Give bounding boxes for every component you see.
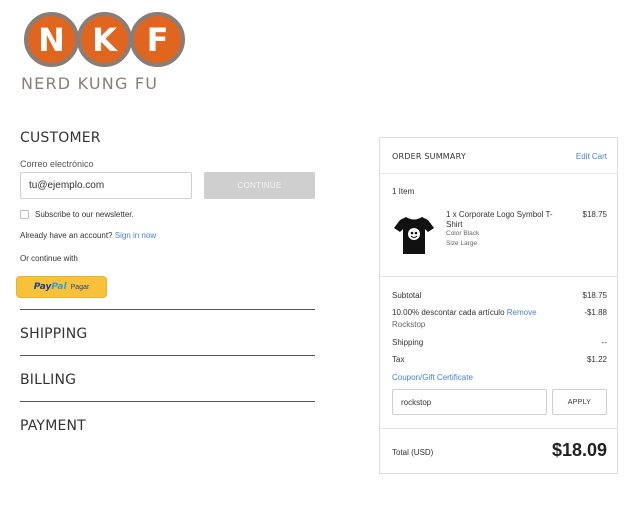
sign-in-link[interactable]: Sign in now xyxy=(115,231,156,240)
product-price: $18.75 xyxy=(582,210,607,219)
order-summary-card: ORDER SUMMARY Edit Cart 1 Item 1 x Corpo… xyxy=(379,137,618,474)
subtotal-value: $18.75 xyxy=(582,291,607,300)
paypal-logo: PayPal xyxy=(34,282,67,292)
item-count: 1 Item xyxy=(392,187,415,196)
divider xyxy=(380,276,617,277)
order-summary-title: ORDER SUMMARY xyxy=(392,152,466,161)
logo-letter-f: F xyxy=(130,12,185,67)
tshirt-icon xyxy=(394,217,434,254)
logo-tagline: NERD KUNG FU xyxy=(21,74,159,93)
paypal-button[interactable]: PayPal Pagar xyxy=(16,276,107,298)
billing-section-title: BILLING xyxy=(20,372,77,388)
account-prefix: Already have an account? xyxy=(20,231,113,240)
customer-section-title: CUSTOMER xyxy=(20,130,101,146)
shipping-section-title: SHIPPING xyxy=(20,326,88,342)
discount-row: 10.00% descontar cada artículo Remove xyxy=(392,308,537,317)
logo-letter-k: K xyxy=(77,12,132,67)
total-value: $18.09 xyxy=(551,440,607,460)
shipping-label: Shipping xyxy=(392,338,424,347)
coupon-input[interactable] xyxy=(392,389,547,415)
discount-label: 10.00% descontar cada artículo xyxy=(392,308,505,317)
shipping-value: -- xyxy=(601,338,607,347)
store-logo[interactable]: N K F NERD KUNG FU xyxy=(20,10,185,96)
paypal-pagar-label: Pagar xyxy=(70,283,90,291)
tax-label: Tax xyxy=(392,355,405,364)
logo-letter-n: N xyxy=(24,12,79,67)
subtotal-label: Subtotal xyxy=(392,291,422,300)
total-label: Total (USD) xyxy=(392,448,434,457)
tax-value: $1.22 xyxy=(586,355,607,364)
continue-with-label: Or continue with xyxy=(20,254,78,263)
divider xyxy=(20,355,315,356)
newsletter-checkbox[interactable] xyxy=(20,210,29,219)
account-line: Already have an account? Sign in now xyxy=(20,231,156,240)
email-field[interactable] xyxy=(20,172,192,199)
coupon-link[interactable]: Coupon/Gift Certificate xyxy=(392,373,473,382)
email-label: Correo electrónico xyxy=(20,159,94,169)
logo-circles: N K F xyxy=(20,10,185,78)
divider xyxy=(380,428,617,429)
discount-value: -$1.88 xyxy=(584,308,607,317)
edit-cart-link[interactable]: Edit Cart xyxy=(576,152,607,161)
product-name: 1 x Corporate Logo Symbol T-Shirt xyxy=(446,210,553,229)
paypal-logo-pal: Pal xyxy=(51,282,67,292)
order-summary-header: ORDER SUMMARY Edit Cart xyxy=(380,138,617,174)
product-size: Size Large xyxy=(446,240,478,247)
product-color: Color Black xyxy=(446,230,480,237)
continue-button[interactable]: CONTINUE xyxy=(204,172,315,199)
discount-remove-link[interactable]: Remove xyxy=(507,308,537,317)
apply-coupon-button[interactable]: APPLY xyxy=(552,389,607,415)
divider xyxy=(20,401,315,402)
discount-code: Rockstop xyxy=(392,320,426,329)
newsletter-row: Subscribe to our newsletter. xyxy=(20,210,134,219)
paypal-logo-pay: Pay xyxy=(33,282,52,292)
newsletter-label: Subscribe to our newsletter. xyxy=(35,210,134,219)
payment-section-title: PAYMENT xyxy=(20,418,86,434)
divider xyxy=(20,309,315,310)
